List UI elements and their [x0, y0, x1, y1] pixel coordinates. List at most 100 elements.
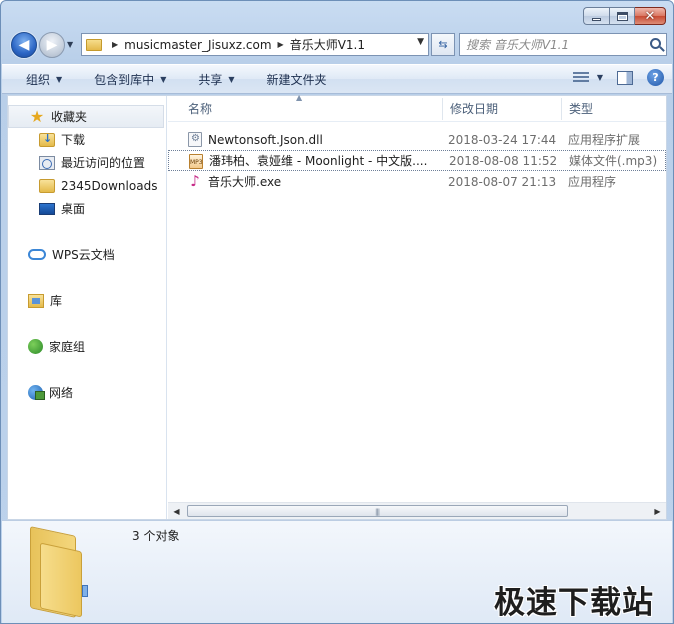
breadcrumb-segment[interactable]: 音乐大师V1.1	[290, 36, 365, 53]
new-folder-button[interactable]: 新建文件夹	[251, 64, 343, 94]
file-date: 2018-08-08 11:52	[449, 153, 558, 168]
nav-label: 家庭组	[49, 340, 86, 354]
view-controls: ▼ ?	[572, 69, 664, 86]
view-list-icon	[572, 71, 589, 84]
refresh-button[interactable]: ⇆	[431, 33, 455, 56]
content-area: ★ 收藏夹 下载 最近访问的位置 2345Downloads 桌面	[7, 93, 667, 520]
breadcrumb-arrow-icon[interactable]: ▶	[278, 40, 284, 49]
file-type: 应用程序	[568, 175, 617, 189]
nav-item-homegroup[interactable]: 家庭组	[8, 335, 166, 358]
organize-button[interactable]: 组织 ▼	[10, 64, 78, 94]
desktop-icon	[39, 202, 55, 215]
arrow-right-icon: ▶	[46, 37, 58, 53]
nav-item-downloads[interactable]: 下载	[8, 128, 166, 151]
watermark-text: 极速下载站	[494, 585, 654, 621]
help-icon[interactable]: ?	[647, 69, 664, 86]
file-date: 2018-03-24 17:44	[448, 132, 557, 147]
breadcrumb-segment[interactable]: musicmaster_Jisuxz.com	[124, 38, 271, 52]
nav-label: 2345Downloads	[61, 178, 158, 193]
nav-label: WPS云文档	[52, 248, 115, 262]
explorer-window: ✕ ◀ ▶ ▼ ▶ musicmaster_Jisuxz.com ▶ 音乐大师V…	[0, 0, 674, 624]
chevron-down-icon: ▼	[56, 74, 63, 84]
network-icon	[28, 385, 45, 400]
new-folder-label: 新建文件夹	[266, 72, 327, 87]
back-button[interactable]: ◀	[11, 32, 37, 58]
navigation-bar: ◀ ▶ ▼ ▶ musicmaster_Jisuxz.com ▶ 音乐大师V1.…	[9, 31, 667, 59]
mp3-icon: MP3	[189, 154, 203, 169]
nav-label: 最近访问的位置	[61, 156, 146, 170]
file-row[interactable]: MP3 潘玮柏、袁娅维 - Moonlight - 中文版.... 2018-0…	[168, 150, 666, 171]
cloud-icon	[28, 249, 46, 260]
include-in-library-button[interactable]: 包含到库中 ▼	[78, 64, 182, 94]
nav-label: 网络	[49, 386, 74, 400]
column-date[interactable]: 修改日期	[442, 96, 498, 122]
organize-label: 组织	[26, 72, 51, 87]
dll-icon	[188, 132, 202, 147]
nav-item-2345downloads[interactable]: 2345Downloads	[8, 174, 166, 197]
close-icon: ✕	[644, 8, 656, 24]
address-bar[interactable]: ▶ musicmaster_Jisuxz.com ▶ 音乐大师V1.1 ▼	[81, 33, 429, 56]
change-view-button[interactable]: ▼	[572, 71, 603, 84]
recent-pages-dropdown[interactable]: ▼	[67, 40, 73, 49]
nav-item-network[interactable]: 网络	[8, 381, 166, 404]
search-placeholder: 搜索 音乐大师V1.1	[466, 38, 570, 52]
horizontal-scrollbar[interactable]: ◀ ||| ▶	[168, 502, 666, 519]
nav-item-recent-places[interactable]: 最近访问的位置	[8, 151, 166, 174]
close-button[interactable]: ✕	[635, 7, 666, 25]
nav-item-favorites[interactable]: ★ 收藏夹	[8, 105, 164, 128]
scrollbar-thumb[interactable]: |||	[187, 505, 568, 517]
file-rows: Newtonsoft.Json.dll 2018-03-24 17:44 应用程…	[168, 129, 666, 192]
library-icon	[28, 293, 44, 308]
scroll-left-icon[interactable]: ◀	[168, 503, 185, 519]
maximize-button[interactable]	[609, 7, 635, 25]
column-name[interactable]: 名称	[180, 96, 212, 122]
scroll-right-icon[interactable]: ▶	[649, 503, 666, 519]
maximize-icon	[616, 11, 628, 21]
file-name: 音乐大师.exe	[208, 175, 282, 189]
sort-ascending-icon: ▲	[296, 93, 303, 102]
file-row[interactable]: Newtonsoft.Json.dll 2018-03-24 17:44 应用程…	[168, 129, 666, 150]
chevron-down-icon: ▼	[228, 74, 235, 84]
file-list: 名称 ▲ 修改日期 类型 Newtonsoft.Json.dll 2018-03…	[168, 93, 666, 519]
nav-item-libraries[interactable]: 库	[8, 289, 166, 312]
file-type: 媒体文件(.mp3)	[569, 154, 658, 168]
folder-large-icon	[30, 526, 90, 618]
file-row[interactable]: ♪ 音乐大师.exe 2018-08-07 21:13 应用程序	[168, 171, 666, 192]
homegroup-icon	[28, 339, 43, 354]
chevron-down-icon: ▼	[596, 73, 603, 82]
address-dropdown-icon[interactable]: ▼	[417, 37, 424, 47]
minimize-icon	[592, 17, 601, 21]
details-pane: 3 个对象 极速下载站	[2, 520, 672, 623]
command-bar: 组织 ▼ 包含到库中 ▼ 共享 ▼ 新建文件夹 ▼ ?	[2, 64, 672, 94]
download-folder-icon	[39, 132, 55, 147]
file-date: 2018-08-07 21:13	[448, 174, 557, 189]
nav-label: 库	[50, 294, 63, 308]
folder-icon	[39, 178, 55, 193]
search-icon[interactable]	[650, 38, 661, 49]
nav-item-wps-cloud[interactable]: WPS云文档	[8, 243, 166, 266]
minimize-button[interactable]	[583, 7, 609, 25]
star-icon: ★	[29, 106, 45, 126]
search-input[interactable]: 搜索 音乐大师V1.1	[459, 33, 667, 56]
nav-label: 下载	[61, 133, 86, 147]
preview-pane-icon[interactable]	[617, 70, 633, 85]
include-library-label: 包含到库中	[94, 72, 155, 87]
navigation-pane: ★ 收藏夹 下载 最近访问的位置 2345Downloads 桌面	[8, 96, 167, 519]
chevron-down-icon: ▼	[160, 74, 167, 84]
arrow-left-icon: ◀	[18, 37, 30, 53]
nav-label: 桌面	[61, 202, 86, 216]
file-type: 应用程序扩展	[568, 133, 641, 147]
share-button[interactable]: 共享 ▼	[182, 64, 250, 94]
recent-places-icon	[39, 155, 55, 170]
forward-button[interactable]: ▶	[39, 32, 65, 58]
refresh-icon: ⇆	[438, 38, 448, 51]
nav-item-desktop[interactable]: 桌面	[8, 197, 166, 220]
nav-label: 收藏夹	[51, 110, 88, 124]
breadcrumb-arrow-icon[interactable]: ▶	[112, 40, 118, 49]
column-type[interactable]: 类型	[561, 96, 593, 122]
grip-icon: |||	[375, 508, 380, 516]
file-name: Newtonsoft.Json.dll	[208, 132, 323, 147]
caption-buttons: ✕	[583, 7, 666, 25]
object-count: 3 个对象	[132, 529, 180, 543]
file-name: 潘玮柏、袁娅维 - Moonlight - 中文版....	[209, 154, 428, 168]
